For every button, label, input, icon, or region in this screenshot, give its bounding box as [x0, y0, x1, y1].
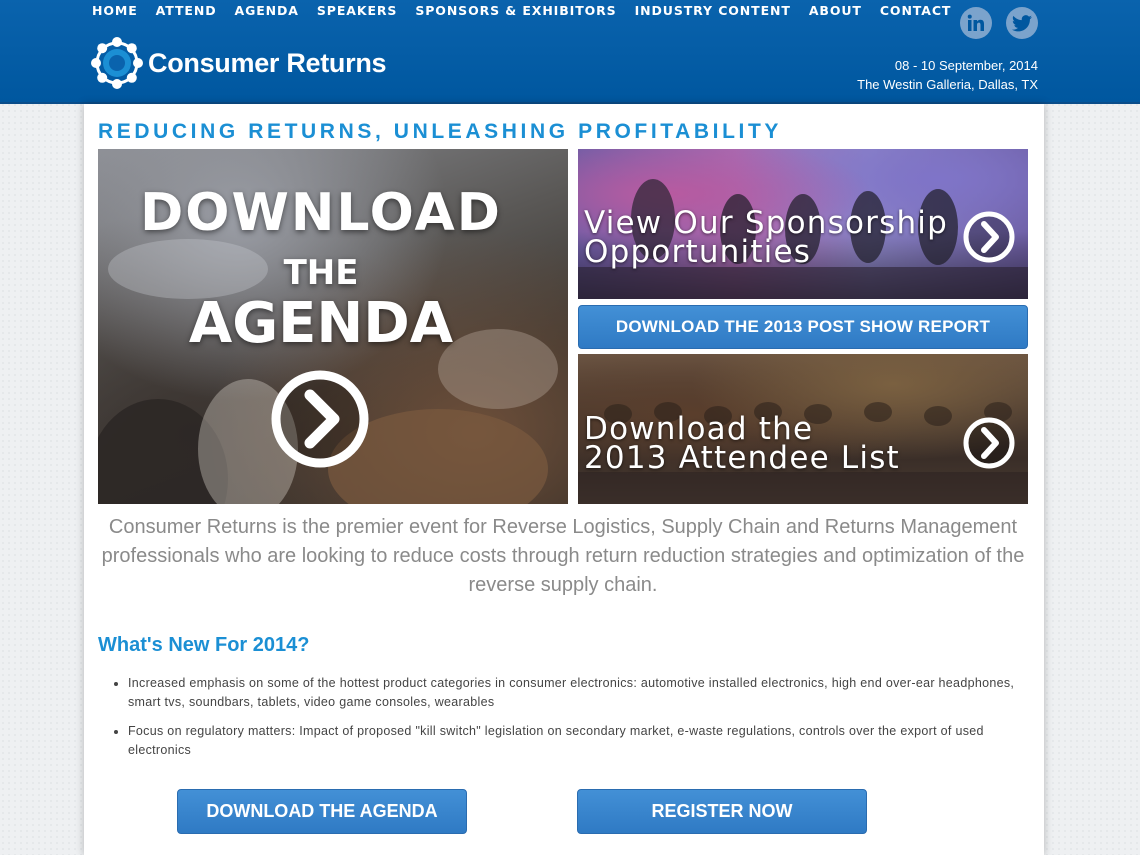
list-item: Increased emphasis on some of the hottes…: [114, 674, 1018, 712]
logo-mark-icon: [91, 37, 143, 89]
event-dates: 08 - 10 September, 2014: [894, 58, 1038, 73]
nav-contact[interactable]: CONTACT: [880, 3, 952, 18]
nav-industry-content[interactable]: INDUSTRY CONTENT: [635, 3, 791, 18]
site-header: HOME ATTEND AGENDA SPEAKERS SPONSORS & E…: [0, 0, 1140, 104]
attendee-list-card[interactable]: Download the 2013 Attendee List: [578, 354, 1028, 504]
nav-agenda[interactable]: AGENDA: [235, 3, 299, 18]
list-item: Focus on regulatory matters: Impact of p…: [114, 722, 1018, 760]
sponsorship-card[interactable]: View Our Sponsorship Opportunities: [578, 149, 1028, 299]
nav-sponsors-exhibitors[interactable]: SPONSORS & EXHIBITORS: [415, 3, 616, 18]
twitter-icon[interactable]: [1006, 7, 1038, 39]
main-nav: HOME ATTEND AGENDA SPEAKERS SPONSORS & E…: [92, 3, 969, 18]
register-now-button[interactable]: REGISTER NOW: [577, 789, 867, 834]
event-info: 08 - 10 September, 2014 The Westin Galle…: [857, 56, 1038, 94]
linkedin-icon[interactable]: [960, 7, 992, 39]
nav-attend[interactable]: ATTEND: [156, 3, 217, 18]
nav-about[interactable]: ABOUT: [809, 3, 862, 18]
chevron-right-circle-icon[interactable]: [962, 416, 1016, 470]
download-agenda-hero[interactable]: DOWNLOAD THE AGENDA: [98, 149, 568, 504]
sponsorship-line2: Opportunities: [584, 234, 812, 270]
sponsorship-card-text: View Our Sponsorship Opportunities: [584, 208, 948, 270]
attendee-line2: 2013 Attendee List: [584, 440, 900, 476]
chevron-right-circle-icon[interactable]: [270, 369, 370, 469]
chevron-right-circle-icon[interactable]: [962, 210, 1016, 264]
intro-paragraph: Consumer Returns is the premier event fo…: [101, 516, 1025, 596]
hero-line-the: THE: [283, 253, 359, 293]
hero-line-agenda: AGENDA: [188, 291, 454, 356]
download-post-show-report-button[interactable]: DOWNLOAD THE 2013 POST SHOW REPORT: [578, 305, 1028, 349]
hero-line-download: DOWNLOAD: [140, 183, 502, 243]
download-agenda-button[interactable]: DOWNLOAD THE AGENDA: [177, 789, 467, 834]
whats-new-list: Increased emphasis on some of the hottes…: [114, 674, 1018, 770]
site-logo[interactable]: Consumer Returns: [90, 36, 387, 90]
logo-text: Consumer Returns: [148, 47, 387, 78]
event-venue: The Westin Galleria, Dallas, TX: [857, 77, 1038, 92]
attendee-card-text: Download the 2013 Attendee List: [584, 414, 900, 476]
whats-new-heading: What's New For 2014?: [98, 634, 310, 656]
main-content: REDUCING RETURNS, UNLEASHING PROFITABILI…: [84, 104, 1044, 855]
nav-speakers[interactable]: SPEAKERS: [317, 3, 397, 18]
page-tagline: REDUCING RETURNS, UNLEASHING PROFITABILI…: [98, 120, 782, 143]
social-links: [960, 7, 1038, 39]
nav-home[interactable]: HOME: [92, 3, 138, 18]
